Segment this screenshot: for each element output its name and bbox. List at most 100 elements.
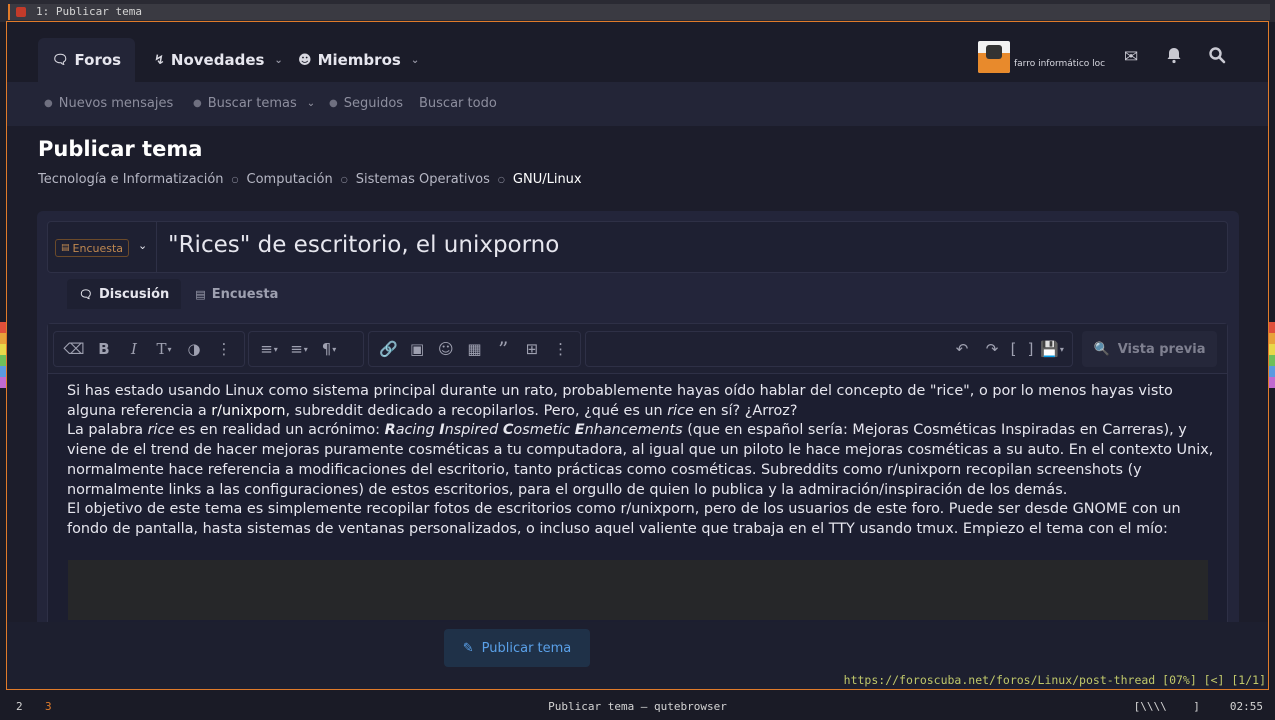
prefix-selector[interactable]: ▤ Encuesta ⌄ [48,222,157,272]
palette-icon[interactable]: ◑ [180,335,208,363]
text: rice [667,402,694,419]
chevron-down-icon: ⌄ [138,239,148,252]
text: nspired [444,422,503,439]
paragraph-icon[interactable]: ¶ ▾ [315,335,343,363]
link-icon[interactable]: 🔗 [375,335,402,363]
nav-foros[interactable]: 🗨 Foros [38,38,136,82]
prefix-label: Encuesta [72,241,124,255]
more-vertical-icon[interactable]: ⋮ [547,335,574,363]
bolt-icon: ↯ [154,52,165,68]
bbcode-toggle-icon[interactable]: [ ] [1008,335,1036,363]
page-title: Publicar tema [38,137,203,161]
url-status: https://foroscuba.net/foros/Linux/post-t… [843,673,1266,687]
smiley-icon[interactable]: ☺ [432,335,459,363]
system-bar: 2 3 Publicar tema — qutebrowser [\\\\ ] … [0,692,1275,720]
text: nhancements [584,422,683,439]
avatar[interactable] [978,41,1010,73]
embedded-screenshot [68,560,1208,620]
paragraph: El objetivo de este tema es simplemente … [67,500,1217,539]
text: rice [147,422,175,439]
edit-icon: ✎ [462,640,474,656]
bar-chart-icon: ▤ [195,287,206,301]
browser-viewport: 🗨 Foros ↯ Novedades ⌄ ☻ Miembros ⌄ farro… [6,21,1269,690]
quote-icon[interactable]: ” [490,335,517,363]
username[interactable]: farro informático loc [1014,59,1105,69]
paragraph: Si has estado usando Linux como sistema … [67,382,1217,421]
text: es en realidad un acrónimo: [174,422,385,439]
breadcrumb-item[interactable]: Computación [247,172,333,187]
nav-novedades-label: Novedades [170,51,265,69]
toolbar-group-insert: 🔗 ▣ ☺ ▦ ” ⊞ ⋮ [368,331,581,367]
redo-icon[interactable]: ↷ [978,335,1006,363]
breadcrumb-item-current[interactable]: GNU/Linux [513,172,582,187]
subnav-buscar-todo[interactable]: Buscar todo [419,96,497,111]
status-area: [\\\\ ] 02:55 [1134,700,1263,713]
toolbar-group-history: ↶ ↷ [ ] 💾 ▾ [585,331,1073,367]
browser-tab[interactable]: 1: Publicar tema [8,4,1270,20]
thread-title-input[interactable] [168,232,1218,258]
breadcrumb-separator-icon: ○ [340,175,348,184]
tab-encuesta[interactable]: ▤ Encuesta [183,279,290,309]
subnav-label: Buscar temas [207,96,297,111]
chevron-down-icon: ⌄ [306,98,316,109]
italic-icon[interactable]: I [120,335,148,363]
preview-icon: 🔍 [1093,341,1110,357]
window-title: Publicar tema — qutebrowser [548,700,727,713]
text: , subreddit dedicado a recopilarlos. Per… [285,402,668,419]
subnav-seguidos[interactable]: ● Seguidos [329,96,403,111]
envelope-icon[interactable]: ✉ [1120,46,1142,68]
breadcrumb-separator-icon: ○ [497,175,505,184]
breadcrumb-item[interactable]: Tecnología e Informatización [38,172,224,187]
image-icon[interactable]: ▣ [404,335,431,363]
text: El objetivo de este tema es simplemente … [67,501,1181,537]
forum-icon: 🗨 [52,52,69,68]
bell-icon: ● [329,98,338,109]
poll-icon: ▤ [61,243,70,253]
text: acing [395,422,440,439]
more-vertical-icon[interactable]: ⋮ [210,335,238,363]
tab-discusion[interactable]: 🗨 Discusión [67,279,182,309]
activity-indicator: [\\\\ ] [1133,700,1200,713]
subnav-label: Seguidos [343,96,404,111]
preview-button[interactable]: 🔍 Vista previa [1082,331,1217,367]
dot-icon: ● [44,98,53,109]
subnav-nuevos-mensajes[interactable]: ● Nuevos mensajes [44,96,173,111]
breadcrumb-separator-icon: ○ [231,175,239,184]
clock: 02:55 [1229,700,1263,713]
breadcrumb-item[interactable]: Sistemas Operativos [356,172,490,187]
toolbar-group-text: ⌫ B I T ▾ ◑ ⋮ [53,331,245,367]
text-size-icon[interactable]: T ▾ [150,335,178,363]
nav-miembros[interactable]: ☻ Miembros ⌄ [284,38,433,82]
publish-thread-button[interactable]: ✎ Publicar tema [444,629,590,667]
browser-tab-bar: 1: Publicar tema [0,0,1275,22]
bell-icon[interactable] [1163,46,1185,68]
post-thread-form: ▤ Encuesta ⌄ 🗨 Discusión ▤ Encuesta ⌫ B [37,211,1239,681]
undo-icon[interactable]: ↶ [948,335,976,363]
text: La palabra [67,422,148,439]
message-body[interactable]: Si has estado usando Linux como sistema … [67,382,1217,540]
preview-label: Vista previa [1117,341,1206,357]
bold-icon[interactable]: B [90,335,118,363]
nav-novedades[interactable]: ↯ Novedades ⌄ [140,38,297,82]
comment-icon: ● [193,98,202,109]
subnav-buscar-temas[interactable]: ● Buscar temas ⌄ [193,96,315,111]
eraser-icon[interactable]: ⌫ [60,335,88,363]
align-icon[interactable]: ≡ ▾ [285,335,313,363]
users-icon: ☻ [298,52,312,68]
thread-title-row: ▤ Encuesta ⌄ [47,221,1228,273]
site-header: 🗨 Foros ↯ Novedades ⌄ ☻ Miembros ⌄ farro… [7,22,1268,82]
text: C [502,422,514,439]
table-icon[interactable]: ⊞ [519,335,546,363]
text: osmetic [513,422,575,439]
drafts-icon[interactable]: 💾 ▾ [1038,335,1066,363]
list-icon[interactable]: ≡ ▾ [255,335,283,363]
subnav-label: Buscar todo [419,96,497,111]
sub-navigation: ● Nuevos mensajes ● Buscar temas ⌄ ● Seg… [7,82,1268,126]
nav-foros-label: Foros [74,51,122,69]
search-icon[interactable] [1206,46,1228,68]
text: E [574,422,585,439]
media-icon[interactable]: ▦ [461,335,488,363]
tab-label: Discusión [98,286,170,302]
unixporn-link[interactable]: r/unixporn [211,403,285,419]
toolbar-group-paragraph: ≡ ▾ ≡ ▾ ¶ ▾ [248,331,364,367]
